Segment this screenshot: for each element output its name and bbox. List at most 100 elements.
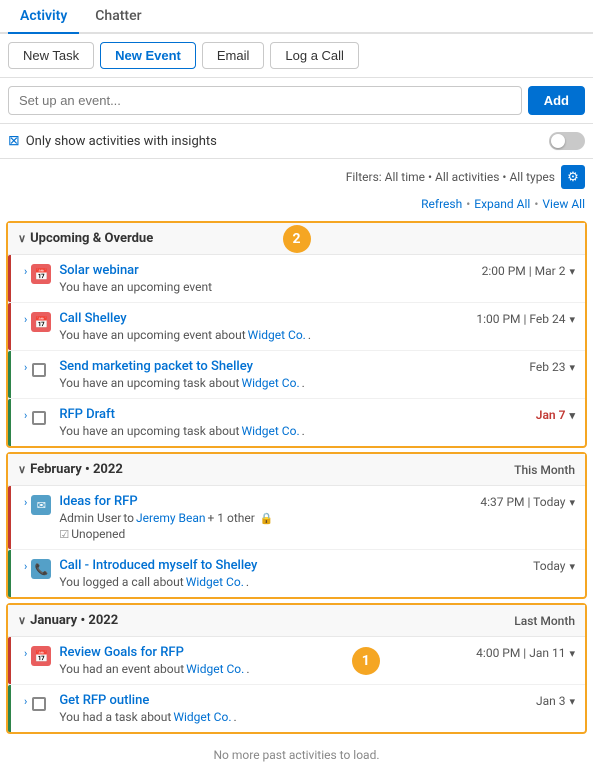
list-item: › RFP Draft You have an upcoming task ab… xyxy=(8,399,585,446)
activity-title[interactable]: Send marketing packet to Shelley xyxy=(59,359,253,374)
dropdown-arrow[interactable]: ▾ xyxy=(569,313,575,326)
widget-link[interactable]: Widget Co. xyxy=(186,662,244,676)
upcoming-overdue-section: ∨ Upcoming & Overdue 2 › 📅 Solar webinar… xyxy=(6,221,587,448)
expand-arrow[interactable]: › xyxy=(24,647,27,660)
dropdown-arrow[interactable]: ▾ xyxy=(569,265,575,278)
activity-title[interactable]: Solar webinar xyxy=(59,263,138,278)
section-title-right: Last Month xyxy=(514,614,575,628)
activity-title[interactable]: Call - Introduced myself to Shelley xyxy=(59,558,257,573)
email-icon: ✉ xyxy=(31,495,51,515)
dropdown-arrow[interactable]: ▾ xyxy=(569,647,575,660)
widget-link[interactable]: Widget Co. xyxy=(248,328,306,342)
dropdown-arrow[interactable]: ▾ xyxy=(569,361,575,374)
activity-meta: 4:00 PM | Jan 11 ▾ xyxy=(476,646,575,660)
expand-arrow[interactable]: › xyxy=(24,313,27,326)
activity-content: Review Goals for RFP You had an event ab… xyxy=(59,645,468,676)
left-border xyxy=(8,550,11,597)
activity-title[interactable]: Review Goals for RFP xyxy=(59,645,184,660)
view-all-link[interactable]: View All xyxy=(542,197,585,211)
expand-arrow[interactable]: › xyxy=(24,560,27,573)
activity-sub: Admin User to Jeremy Bean + 1 other 🔒 xyxy=(59,511,472,525)
section-title-upcoming: ∨ Upcoming & Overdue xyxy=(18,231,153,246)
log-call-button[interactable]: Log a Call xyxy=(270,42,359,69)
chevron-icon: ∨ xyxy=(18,463,26,476)
widget-link[interactable]: Widget Co. xyxy=(173,710,231,724)
activity-sub: You had a task about Widget Co.. xyxy=(59,710,528,724)
action-buttons-row: New Task New Event Email Log a Call xyxy=(0,34,593,78)
expand-arrow[interactable]: › xyxy=(24,361,27,374)
insights-icon: ⊠ xyxy=(8,133,20,149)
activity-content: Solar webinar You have an upcoming event xyxy=(59,263,473,294)
upcoming-overdue-header[interactable]: ∨ Upcoming & Overdue 2 xyxy=(8,223,585,255)
insights-toggle[interactable] xyxy=(549,132,585,150)
widget-link[interactable]: Widget Co. xyxy=(186,575,244,589)
tab-chatter[interactable]: Chatter xyxy=(83,0,153,34)
widget-link[interactable]: Widget Co. xyxy=(241,376,299,390)
email-button[interactable]: Email xyxy=(202,42,265,69)
toggle-knob xyxy=(551,134,565,148)
tab-activity[interactable]: Activity xyxy=(8,0,79,34)
expand-arrow[interactable]: › xyxy=(24,695,27,708)
activity-content: Send marketing packet to Shelley You hav… xyxy=(59,359,521,390)
checkbox-icon xyxy=(32,411,46,425)
section-title-right: This Month xyxy=(514,463,575,477)
event-icon: 📅 xyxy=(31,646,51,666)
activity-title[interactable]: RFP Draft xyxy=(59,407,115,422)
dropdown-arrow[interactable]: ▾ xyxy=(569,409,575,422)
list-item: › 📅 Review Goals for RFP You had an even… xyxy=(8,637,585,685)
refresh-row: Refresh • Expand All • View All xyxy=(0,195,593,217)
january-header[interactable]: ∨ January • 2022 Last Month xyxy=(8,605,585,637)
check-icon: ☑ xyxy=(59,528,69,541)
activity-meta: 4:37 PM | Today ▾ xyxy=(480,495,575,509)
expand-arrow[interactable]: › xyxy=(24,496,27,509)
activity-content: Call - Introduced myself to Shelley You … xyxy=(59,558,525,589)
january-2022-section: ∨ January • 2022 Last Month › 📅 Review G… xyxy=(6,603,587,734)
refresh-link[interactable]: Refresh xyxy=(421,197,462,211)
activity-panel: Activity Chatter New Task New Event Emai… xyxy=(0,0,593,772)
filters-gear-button[interactable]: ⚙ xyxy=(561,165,585,189)
insights-label: Only show activities with insights xyxy=(26,134,543,149)
dropdown-arrow[interactable]: ▾ xyxy=(569,695,575,708)
left-border xyxy=(8,255,11,302)
list-item: › 📅 Solar webinar You have an upcoming e… xyxy=(8,255,585,303)
to-link[interactable]: Jeremy Bean xyxy=(136,511,205,525)
widget-link[interactable]: Widget Co. xyxy=(241,424,299,438)
activity-meta: 1:00 PM | Feb 24 ▾ xyxy=(476,312,575,326)
insights-row: ⊠ Only show activities with insights xyxy=(0,124,593,159)
activity-meta: Jan 3 ▾ xyxy=(536,694,575,708)
activity-title[interactable]: Call Shelley xyxy=(59,311,126,326)
separator-2: • xyxy=(534,197,538,211)
activity-title[interactable]: Get RFP outline xyxy=(59,693,149,708)
list-item: › 📞 Call - Introduced myself to Shelley … xyxy=(8,550,585,597)
section-title-february: ∨ February • 2022 xyxy=(18,462,123,477)
dropdown-arrow[interactable]: ▾ xyxy=(569,496,575,509)
activity-sub: You have an upcoming task about Widget C… xyxy=(59,376,521,390)
activity-meta: Today ▾ xyxy=(533,559,575,573)
expand-arrow[interactable]: › xyxy=(24,409,27,422)
left-border xyxy=(8,486,11,549)
list-item: › Send marketing packet to Shelley You h… xyxy=(8,351,585,399)
february-header[interactable]: ∨ February • 2022 This Month xyxy=(8,454,585,486)
no-more-text: No more past activities to load. xyxy=(0,738,593,772)
checkbox-icon xyxy=(32,697,46,711)
event-setup-input[interactable] xyxy=(8,86,522,115)
expand-arrow[interactable]: › xyxy=(24,265,27,278)
left-border xyxy=(8,685,11,732)
activity-title[interactable]: Ideas for RFP xyxy=(59,494,137,509)
event-icon: 📅 xyxy=(31,312,51,332)
left-border xyxy=(8,399,11,446)
event-setup-row: Add xyxy=(0,78,593,124)
dropdown-arrow[interactable]: ▾ xyxy=(569,560,575,573)
activity-content: Call Shelley You have an upcoming event … xyxy=(59,311,468,342)
chevron-icon: ∨ xyxy=(18,614,26,627)
left-border xyxy=(8,637,11,684)
tab-bar: Activity Chatter xyxy=(0,0,593,34)
expand-all-link[interactable]: Expand All xyxy=(474,197,530,211)
list-item: › ✉ Ideas for RFP Admin User to Jeremy B… xyxy=(8,486,585,550)
left-border xyxy=(8,351,11,398)
activity-content: RFP Draft You have an upcoming task abou… xyxy=(59,407,527,438)
new-task-button[interactable]: New Task xyxy=(8,42,94,69)
february-2022-section: ∨ February • 2022 This Month › ✉ Ideas f… xyxy=(6,452,587,599)
add-button[interactable]: Add xyxy=(528,86,585,115)
new-event-button[interactable]: New Event xyxy=(100,42,196,69)
